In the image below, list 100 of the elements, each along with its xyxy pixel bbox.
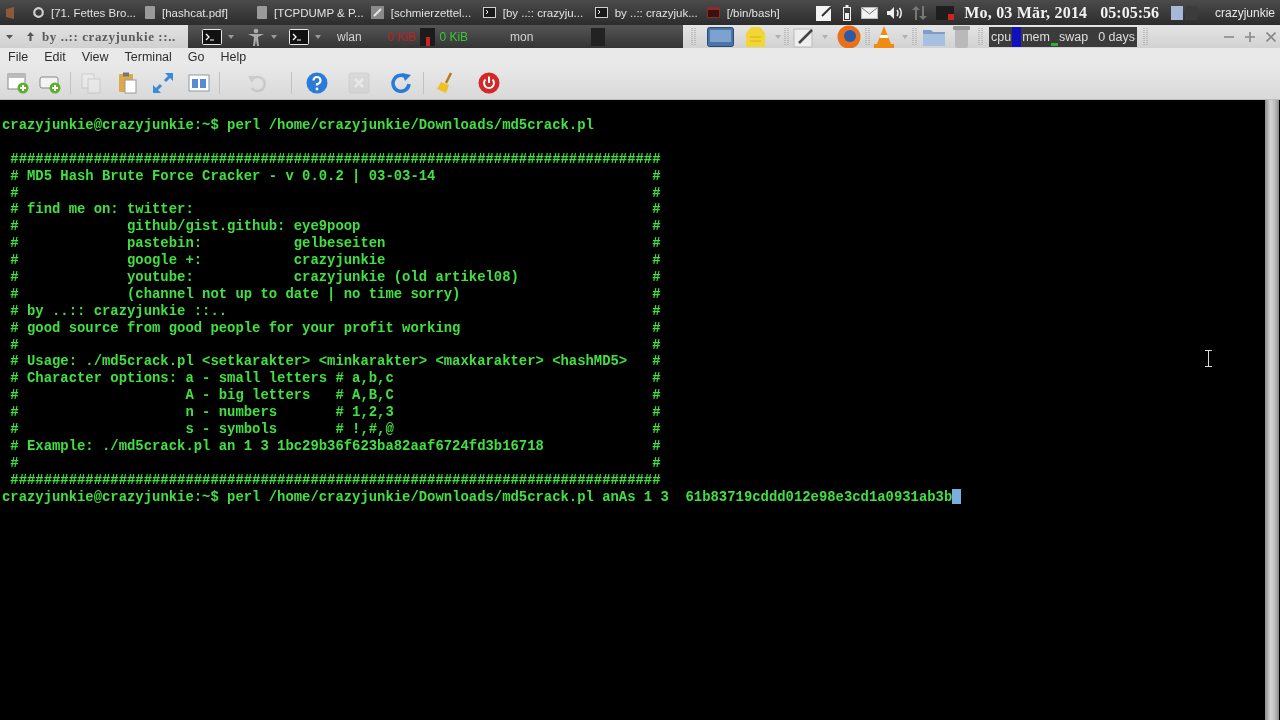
taskbar-button[interactable]: [hashcat.pdf] bbox=[142, 1, 254, 24]
grip-icon[interactable] bbox=[691, 27, 696, 46]
figure-icon[interactable] bbox=[247, 27, 265, 46]
pencil-icon[interactable] bbox=[793, 25, 816, 48]
window-icon bbox=[706, 7, 720, 18]
date-text: Mo, 03 Mär, 2014 bbox=[964, 3, 1088, 22]
scrollbar[interactable] bbox=[1265, 100, 1279, 720]
load-bar-icon bbox=[1050, 42, 1058, 46]
maximize-icon[interactable] bbox=[1245, 31, 1255, 42]
taskbar-button[interactable]: [by ..:: crazyju... bbox=[479, 1, 592, 24]
banner-border: # bbox=[652, 269, 661, 285]
terminal-line: # n - numbers # 1,2,3 bbox=[10, 404, 394, 421]
banner-border: # bbox=[652, 319, 661, 336]
terminal-line: # bbox=[10, 454, 19, 471]
banner-border: # bbox=[652, 167, 661, 184]
caret-icon[interactable] bbox=[228, 34, 234, 39]
grip-icon[interactable] bbox=[912, 27, 917, 46]
menu-item[interactable]: Edit bbox=[36, 48, 74, 66]
note-pencil-icon bbox=[370, 6, 384, 19]
circle-icon bbox=[33, 7, 44, 18]
monitor-label: mon bbox=[510, 29, 534, 44]
grip-icon[interactable] bbox=[784, 27, 789, 46]
reload-icon bbox=[390, 71, 412, 94]
clock-time: 05:05:56 bbox=[1100, 3, 1159, 22]
taskbar-button[interactable]: [TCPDUMP & P... bbox=[254, 1, 368, 24]
app-icon[interactable] bbox=[6, 6, 14, 19]
caret-icon[interactable] bbox=[902, 34, 908, 39]
columns-icon bbox=[188, 71, 210, 94]
banner-border: # bbox=[652, 252, 661, 269]
banner-border: # bbox=[652, 421, 661, 438]
terminal-line: crazyjunkie@crazyjunkie:~$ perl /home/crazyjunkie/Downloads/md5crack.pl anAs 1 3 61b83719cddd012e98e3cd1a0931ab3b bbox=[2, 488, 953, 505]
terminal-icon[interactable] bbox=[202, 28, 222, 45]
banner-border: # bbox=[652, 218, 661, 235]
power-icon bbox=[478, 71, 500, 94]
terminal-line: # github/gist.github: eye9poop bbox=[10, 218, 361, 235]
upload-rate: 0 KiB bbox=[387, 29, 417, 44]
banner-border: # bbox=[652, 404, 661, 421]
network-label: wlan bbox=[337, 29, 362, 44]
terminal-icon bbox=[482, 7, 496, 18]
banner-border: ############################################################################## bbox=[10, 150, 661, 167]
taskbar-button[interactable]: [71. Fettes Bro... bbox=[30, 1, 142, 24]
globe-icon[interactable] bbox=[837, 24, 861, 49]
mail-icon[interactable] bbox=[861, 6, 879, 19]
caret-icon[interactable] bbox=[315, 34, 321, 39]
trash-icon[interactable] bbox=[953, 25, 970, 48]
window-title: by ..:: crazyjunkie ::.. bbox=[42, 28, 176, 45]
menu-item[interactable]: View bbox=[73, 48, 117, 66]
terminal-line: # by ..:: crazyjunkie ::.. bbox=[10, 302, 228, 319]
banner-border: # bbox=[652, 454, 661, 471]
caret-icon[interactable] bbox=[271, 34, 277, 39]
grip-icon[interactable] bbox=[978, 27, 983, 46]
banner-border: # bbox=[652, 302, 661, 319]
cpu-label: cpu bbox=[991, 29, 1012, 44]
uptime-label: 0 days bbox=[1098, 29, 1135, 44]
copy-icon bbox=[80, 71, 102, 94]
terminal-line: crazyjunkie@crazyjunkie:~$ perl /home/crazyjunkie/Downloads/md5crack.pl bbox=[2, 117, 594, 133]
arrow-up-icon[interactable] bbox=[27, 32, 34, 41]
battery-icon[interactable] bbox=[843, 4, 852, 21]
terminal-line: # bbox=[10, 184, 19, 201]
taskbar-button[interactable]: [schmierzettel... bbox=[367, 1, 480, 24]
menu-item[interactable]: Terminal bbox=[116, 48, 180, 66]
caret-icon[interactable] bbox=[822, 34, 828, 39]
terminal-icon[interactable] bbox=[289, 28, 309, 45]
taskbar-button[interactable]: by ..:: crazyjuk... bbox=[591, 1, 704, 24]
terminal-line: # good source from good people for your profit working bbox=[10, 319, 461, 336]
mem-label: mem bbox=[1022, 29, 1050, 44]
up-down-arrows-icon[interactable] bbox=[912, 5, 928, 20]
network-graph-icon[interactable] bbox=[936, 5, 955, 20]
i-beam-cursor-icon bbox=[1205, 350, 1212, 367]
caret-down-icon[interactable] bbox=[6, 34, 13, 39]
volume-icon[interactable] bbox=[887, 5, 904, 20]
grip-icon[interactable] bbox=[1142, 27, 1148, 46]
notepad-icon[interactable] bbox=[816, 4, 834, 21]
menu-item[interactable]: Go bbox=[179, 48, 213, 66]
taskbar-button[interactable]: [/bin/bash] bbox=[703, 1, 816, 24]
terminal-icon bbox=[594, 7, 608, 18]
folder-icon[interactable] bbox=[923, 27, 945, 46]
traffic-graph-icon bbox=[420, 27, 436, 46]
banner-border: # bbox=[652, 235, 661, 252]
screen-icon[interactable] bbox=[707, 26, 734, 47]
terminal-line: # find me on: twitter: bbox=[10, 201, 194, 218]
banner-border: # bbox=[652, 437, 661, 454]
terminal-line: # Usage: ./md5crack.pl <setkarakter> <minkarakter> <maxkarakter> <hashMD5> bbox=[10, 353, 628, 370]
swap-label: swap bbox=[1058, 29, 1089, 44]
menu-item[interactable]: File bbox=[0, 48, 37, 66]
close-box-icon bbox=[348, 71, 370, 94]
close-icon[interactable] bbox=[1266, 31, 1276, 42]
user-name: crazyjunkie bbox=[1214, 5, 1275, 20]
banner-border: # bbox=[652, 336, 661, 353]
download-rate: 0 KiB bbox=[439, 29, 469, 44]
workspace-pager-icon[interactable] bbox=[1170, 5, 1197, 20]
terminal-line: # bbox=[10, 336, 19, 353]
banner-border: ############################################################################## bbox=[10, 471, 661, 488]
grip-icon[interactable] bbox=[865, 27, 870, 46]
traffic-cone-icon[interactable] bbox=[874, 25, 894, 48]
caret-icon[interactable] bbox=[775, 34, 781, 39]
banner-border: # bbox=[652, 353, 661, 370]
monitor-graph-icon bbox=[591, 27, 606, 46]
menu-item[interactable]: Help bbox=[212, 48, 255, 66]
text-cursor-icon bbox=[952, 488, 961, 504]
